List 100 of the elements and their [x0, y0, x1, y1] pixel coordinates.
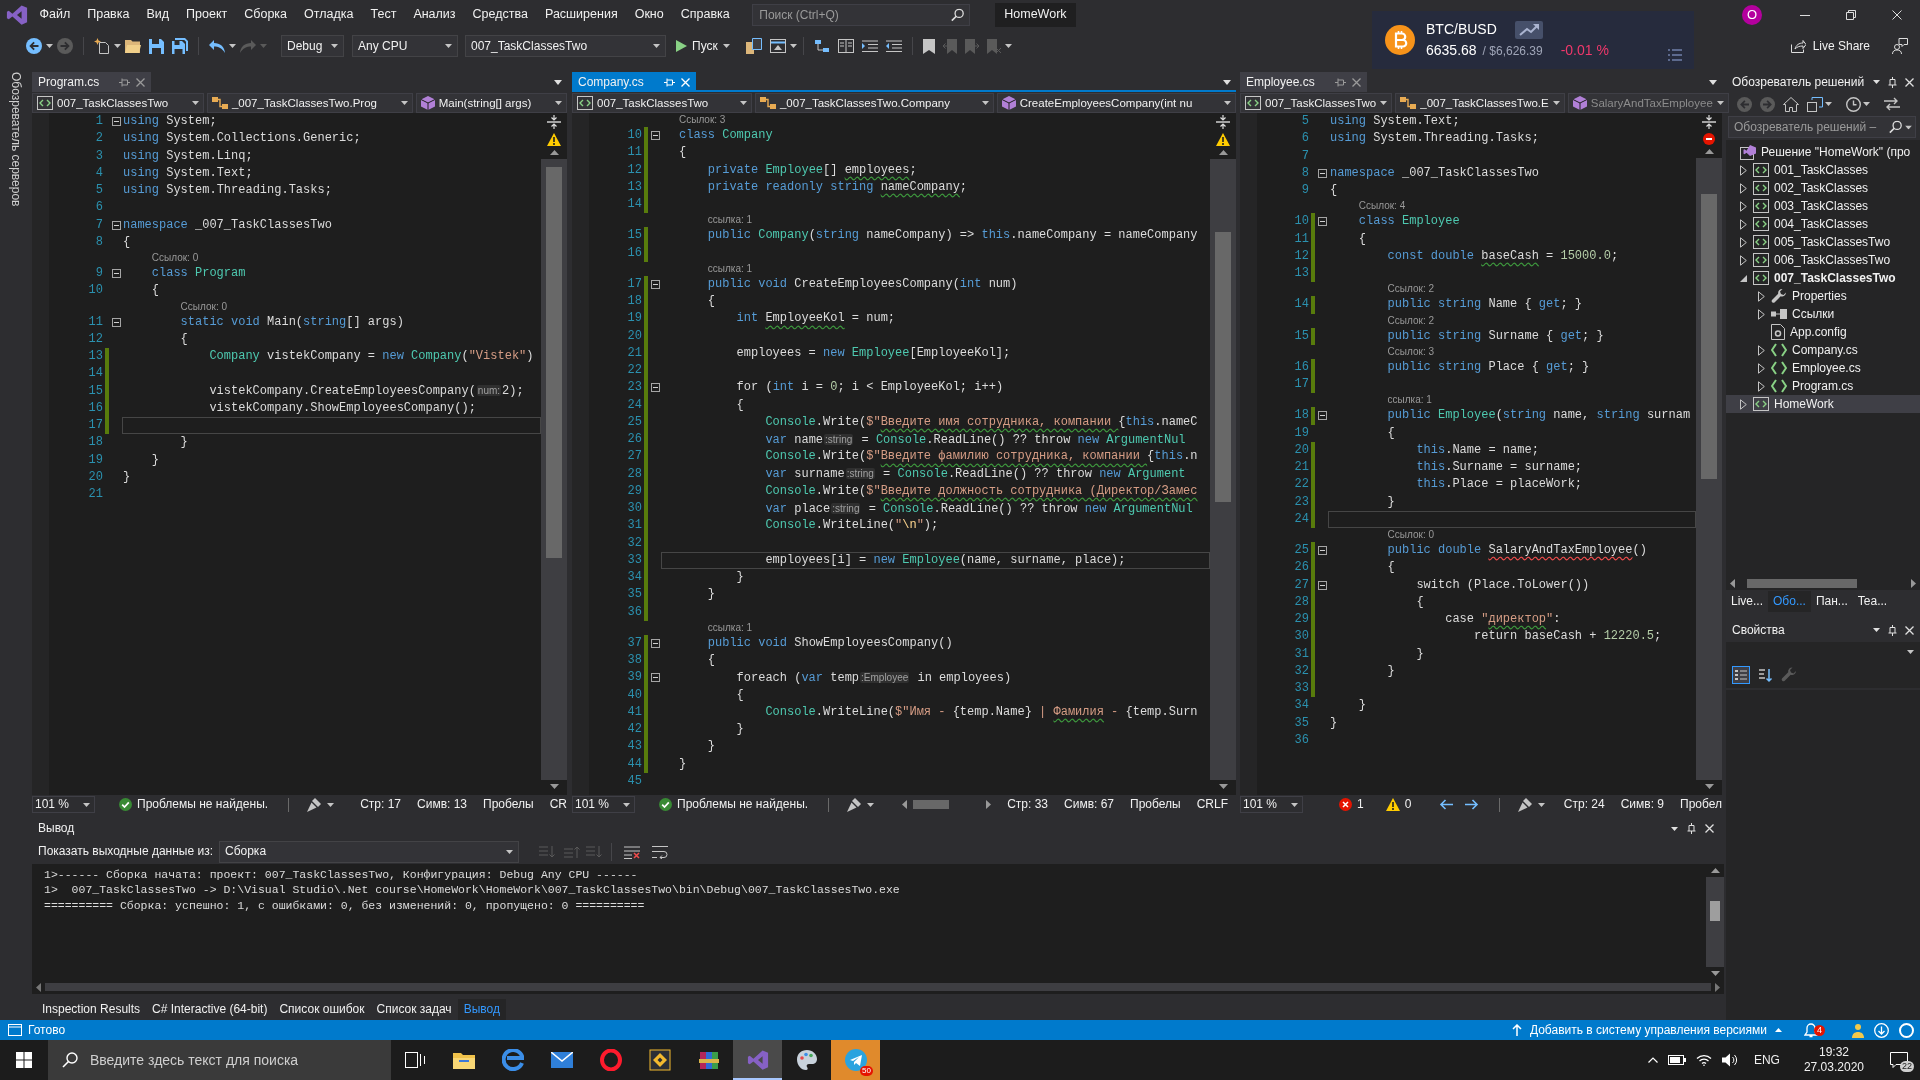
menu-item[interactable]: Проект: [177, 7, 236, 23]
indent-lines-icon[interactable]: [861, 40, 878, 52]
output-source-dropdown[interactable]: Сборка: [219, 840, 519, 863]
menu-item[interactable]: Анализ: [404, 7, 465, 23]
categorized-list-icon[interactable]: [1732, 666, 1750, 684]
tree-item[interactable]: Properties: [1726, 287, 1920, 305]
search-field[interactable]: Введите здесь текст для поиска: [48, 1040, 391, 1080]
scrollbar-thumb[interactable]: [1747, 578, 1857, 588]
scrollbar[interactable]: [541, 159, 567, 780]
panel-tab[interactable]: Вывод: [457, 998, 506, 1020]
search-field[interactable]: Поиск (Ctrl+Q): [752, 4, 971, 26]
clock-date[interactable]: 27.03.2020: [1803, 1060, 1864, 1075]
line-ending[interactable]: CR: [549, 797, 567, 812]
collapse-icon[interactable]: [1318, 580, 1327, 590]
feedback-icon[interactable]: [1892, 38, 1908, 54]
panel-tab[interactable]: Обо...: [1768, 590, 1811, 612]
panel-tab[interactable]: Live...: [1726, 590, 1768, 612]
collapse-icon[interactable]: [651, 279, 660, 289]
taskbar-button[interactable]: [733, 1040, 782, 1080]
collapse-icon[interactable]: [1318, 546, 1327, 556]
indent-mode[interactable]: Пробелы: [483, 797, 534, 812]
scrollbar[interactable]: [1706, 876, 1724, 968]
expand-arrow-icon[interactable]: [1739, 200, 1747, 212]
sort-icon[interactable]: [1756, 666, 1774, 684]
caret-icon[interactable]: [1709, 79, 1717, 85]
outdent-lines-icon[interactable]: [885, 40, 902, 52]
scrollbar-thumb[interactable]: [912, 800, 949, 809]
expand-arrow-icon[interactable]: [1739, 218, 1747, 230]
tree-item[interactable]: App.config: [1726, 323, 1920, 341]
battery-icon[interactable]: [1667, 1055, 1686, 1065]
floppy-disk-icon[interactable]: [149, 38, 164, 54]
scrollbar-thumb[interactable]: [546, 167, 562, 558]
codelens-reference[interactable]: Ссылок: 0: [151, 252, 199, 264]
list-icon[interactable]: [1668, 49, 1682, 61]
nav-dropdown[interactable]: 007_TaskClassesTwo: [1240, 93, 1393, 113]
nav-dropdown[interactable]: Main(string[] args): [415, 93, 567, 113]
caret-icon[interactable]: [554, 79, 562, 85]
tree-item[interactable]: 006_TaskClassesTwo: [1726, 251, 1920, 269]
code-cleanup-button[interactable]: [307, 797, 335, 812]
tree-item[interactable]: Employee.cs: [1726, 359, 1920, 377]
codelens-reference[interactable]: Ссылок: 0: [1387, 529, 1434, 541]
menu-item[interactable]: Файл: [31, 7, 79, 23]
expand-arrow-icon[interactable]: [1757, 308, 1765, 320]
folder-icon[interactable]: [125, 39, 141, 53]
start-button[interactable]: Пуск: [676, 38, 730, 54]
scroll-down-icon[interactable]: [1704, 784, 1714, 789]
scroll-left-icon[interactable]: [901, 800, 907, 809]
caret-icon[interactable]: [1873, 80, 1880, 84]
trend-chart-icon[interactable]: [1514, 20, 1543, 39]
indent-mode[interactable]: Пробел: [1680, 797, 1722, 812]
account-avatar[interactable]: O: [1742, 5, 1762, 25]
caret-icon[interactable]: [1223, 79, 1231, 85]
scroll-right-icon[interactable]: [1715, 982, 1720, 992]
caret-icon[interactable]: [1863, 102, 1870, 106]
tree-item[interactable]: Решение "HomeWork" (про: [1726, 143, 1920, 161]
zoom-dropdown[interactable]: 101 %: [32, 796, 96, 813]
undo-icon[interactable]: [209, 39, 225, 53]
new-file-icon[interactable]: [94, 38, 110, 54]
scrollbar-thumb[interactable]: [1701, 194, 1717, 479]
scrollbar-thumb[interactable]: [1215, 232, 1231, 502]
ring-icon[interactable]: [1899, 1022, 1914, 1038]
collapse-icon[interactable]: [112, 317, 121, 327]
menu-item[interactable]: Расширения: [536, 7, 627, 23]
warning-icon[interactable]: [1216, 133, 1230, 146]
home-icon[interactable]: [1783, 96, 1799, 112]
warning-icon[interactable]: [547, 133, 561, 146]
codelens-reference[interactable]: Ссылок: 4: [1358, 200, 1406, 213]
caret-icon[interactable]: [114, 44, 121, 48]
expand-arrow-icon[interactable]: [1739, 398, 1747, 410]
startup-project-dropdown[interactable]: 007_TaskClassesTwo: [465, 35, 666, 57]
bell-icon[interactable]: [1804, 1022, 1818, 1038]
clear-lines-icon[interactable]: [624, 844, 640, 859]
caret-icon[interactable]: [46, 44, 53, 48]
panel-tab[interactable]: C# Interactive (64-bit): [146, 998, 274, 1020]
codelens-reference[interactable]: ссылка: 1: [1387, 394, 1432, 407]
panel-tab[interactable]: Список задач: [370, 998, 458, 1020]
language-indicator[interactable]: ENG: [1753, 1052, 1780, 1068]
expand-arrow-icon[interactable]: [1757, 344, 1765, 356]
arrow-right-icon[interactable]: [1465, 799, 1480, 810]
tree-item[interactable]: Ссылки: [1726, 305, 1920, 323]
caret-icon[interactable]: [1671, 826, 1678, 831]
code-cleanup-button[interactable]: [846, 797, 874, 812]
bookmark-icon[interactable]: [922, 38, 935, 54]
scroll-down-icon[interactable]: [1218, 784, 1228, 789]
expand-arrow-icon[interactable]: [1757, 290, 1765, 302]
expand-arrow-icon[interactable]: [1757, 362, 1765, 374]
window-icon[interactable]: [769, 39, 786, 53]
tree-icon[interactable]: [813, 39, 830, 53]
codelens-reference[interactable]: ссылка: 1: [707, 621, 753, 634]
codelens-reference[interactable]: Ссылок: 2: [1387, 283, 1434, 296]
codelens-reference[interactable]: Ссылок: 3: [679, 114, 726, 126]
side-tab[interactable]: Обозреватель серверов: [8, 70, 23, 209]
caret-icon[interactable]: [789, 44, 797, 48]
codelens-reference[interactable]: Ссылок: 3: [1387, 345, 1434, 358]
caret-icon[interactable]: [1825, 102, 1832, 106]
collapse-icon[interactable]: [651, 383, 660, 393]
tree-item[interactable]: 003_TaskClasses: [1726, 197, 1920, 215]
panel-tab[interactable]: Пан...: [1810, 590, 1853, 612]
menu-item[interactable]: Правка: [78, 7, 138, 23]
tree-item[interactable]: HomeWork: [1726, 395, 1920, 413]
